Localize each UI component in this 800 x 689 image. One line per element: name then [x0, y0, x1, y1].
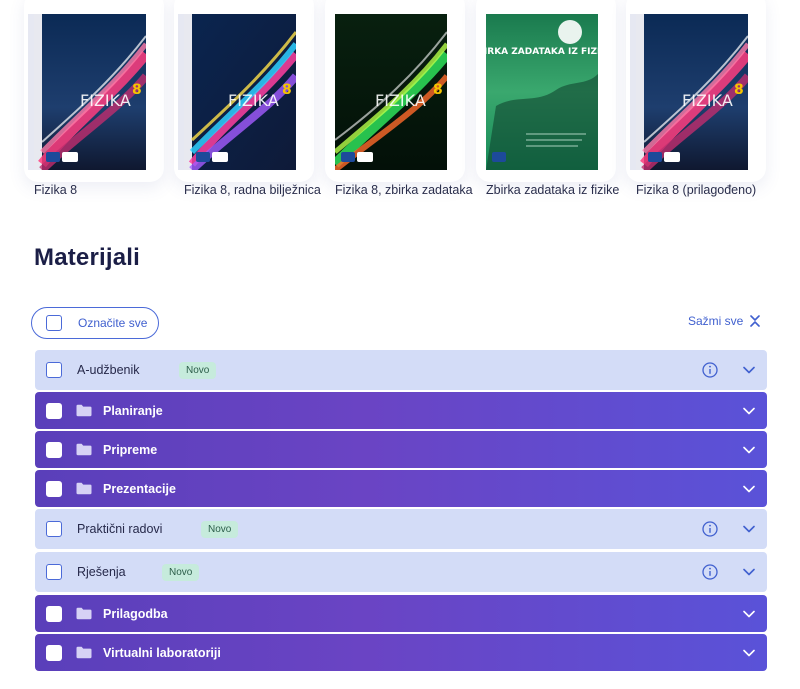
checkbox-icon[interactable]: [46, 402, 62, 419]
cover-number: 8: [734, 82, 744, 98]
book-cover-image: FIZIKA 8: [184, 14, 296, 170]
section-title: Materijali: [34, 244, 141, 271]
chevron-down-icon[interactable]: [743, 525, 755, 533]
book-cover[interactable]: ZBIRKA ZADATAKA IZ FIZIKE: [486, 14, 598, 170]
material-label: Virtualni laboratoriji: [103, 645, 221, 660]
chevron-down-icon[interactable]: [743, 366, 755, 374]
book-cover-image: FIZIKA 8: [335, 14, 447, 170]
cover-number: 8: [132, 82, 142, 98]
folder-icon: [76, 404, 92, 417]
book-cover[interactable]: FIZIKA 8: [34, 14, 146, 170]
material-label: Prezentacije: [103, 481, 176, 496]
folder-icon: [76, 443, 92, 456]
chevron-down-icon[interactable]: [743, 610, 755, 618]
book-carousel: FIZIKA 8 Fizika 8 FIZIKA 8 Fizika 8, rad…: [0, 0, 800, 220]
chevron-down-icon[interactable]: [743, 568, 755, 576]
book-cover-image: FIZIKA 8: [34, 14, 146, 170]
material-row-rjesenja[interactable]: Rješenja Novo: [35, 552, 767, 592]
cover-title: ZBIRKA ZADATAKA IZ FIZIKE: [486, 47, 598, 57]
cover-title: FIZIKA: [80, 91, 131, 110]
book-cover[interactable]: FIZIKA 8: [335, 14, 447, 170]
material-label: A-udžbenik: [77, 363, 140, 377]
new-badge: Novo: [162, 563, 200, 581]
material-label: Prilagodba: [103, 606, 168, 621]
material-label: Praktični radovi: [77, 522, 163, 536]
book-title[interactable]: Fizika 8, radna bilježnica: [184, 182, 324, 198]
folder-icon: [76, 482, 92, 495]
folder-icon: [76, 607, 92, 620]
new-badge: Novo: [201, 520, 239, 538]
collapse-all-button[interactable]: Sažmi sve: [688, 314, 761, 328]
checkbox-icon[interactable]: [46, 605, 62, 622]
checkbox-icon[interactable]: [46, 564, 62, 580]
cover-number: 8: [433, 82, 443, 98]
collapse-all-label: Sažmi sve: [688, 314, 744, 328]
book-title[interactable]: Fizika 8, zbirka zadataka: [335, 182, 475, 198]
cover-number: 8: [282, 82, 292, 98]
checkbox-icon[interactable]: [46, 315, 62, 331]
material-row-virtualni-laboratoriji[interactable]: Virtualni laboratoriji: [35, 634, 767, 671]
cover-title: FIZIKA: [682, 91, 733, 110]
material-label: Planiranje: [103, 403, 163, 418]
material-row-prezentacije[interactable]: Prezentacije: [35, 470, 767, 507]
select-all-label: Označite sve: [78, 316, 148, 330]
checkbox-icon[interactable]: [46, 362, 62, 378]
material-row-pripreme[interactable]: Pripreme: [35, 431, 767, 468]
book-cover-image: ZBIRKA ZADATAKA IZ FIZIKE: [486, 14, 598, 170]
book-cover[interactable]: FIZIKA 8: [184, 14, 296, 170]
cover-title: FIZIKA: [375, 91, 426, 110]
material-row-planiranje[interactable]: Planiranje: [35, 392, 767, 429]
book-title[interactable]: Fizika 8 (prilagođeno): [636, 182, 776, 198]
book-title[interactable]: Zbirka zadataka iz fizike: [486, 182, 626, 198]
checkbox-icon[interactable]: [46, 480, 62, 497]
folder-icon: [76, 646, 92, 659]
cover-title: FIZIKA: [228, 91, 279, 110]
info-icon[interactable]: [702, 521, 718, 537]
chevron-down-icon[interactable]: [743, 446, 755, 454]
material-row-prakticni-radovi[interactable]: Praktični radovi Novo: [35, 509, 767, 549]
material-row-a-udzbenik[interactable]: A-udžbenik Novo: [35, 350, 767, 390]
chevron-down-icon[interactable]: [743, 649, 755, 657]
info-icon[interactable]: [702, 362, 718, 378]
info-icon[interactable]: [702, 564, 718, 580]
material-label: Pripreme: [103, 442, 158, 457]
select-all-button[interactable]: Označite sve: [31, 307, 159, 339]
material-row-prilagodba[interactable]: Prilagodba: [35, 595, 767, 632]
new-badge: Novo: [179, 361, 217, 379]
chevron-down-icon[interactable]: [743, 485, 755, 493]
book-cover-image: FIZIKA 8: [636, 14, 748, 170]
collapse-all-icon: [750, 315, 761, 327]
checkbox-icon[interactable]: [46, 441, 62, 458]
book-title[interactable]: Fizika 8: [34, 182, 174, 198]
material-label: Rješenja: [77, 565, 126, 579]
checkbox-icon[interactable]: [46, 521, 62, 537]
checkbox-icon[interactable]: [46, 644, 62, 661]
chevron-down-icon[interactable]: [743, 407, 755, 415]
book-cover[interactable]: FIZIKA 8: [636, 14, 748, 170]
